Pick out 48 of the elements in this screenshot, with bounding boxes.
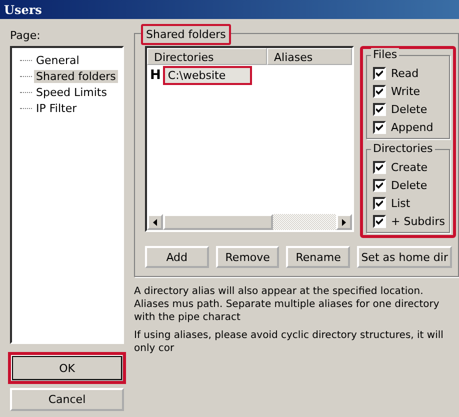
- checkbox-label: List: [391, 196, 410, 210]
- checkbox[interactable]: [373, 178, 386, 192]
- check-icon: [376, 182, 383, 188]
- info-text: A directory alias will also appear at the specified location. Aliases mus path. Separate multiple aliases for one directory with the pipe charact: [134, 285, 440, 324]
- check-icon: [376, 106, 383, 112]
- group-title: Files: [371, 48, 400, 61]
- check-icon: [376, 200, 383, 206]
- check-icon: [376, 218, 383, 224]
- action-button[interactable]: Add: [145, 246, 209, 268]
- check-icon: [376, 164, 383, 170]
- directory-cell[interactable]: C:\website: [162, 66, 252, 84]
- ok-button[interactable]: OK: [10, 354, 124, 382]
- column-header[interactable]: Aliases: [267, 48, 352, 65]
- group-title: Directories: [371, 142, 435, 155]
- checkbox-label: Create: [391, 160, 428, 174]
- info-text: If using aliases, please avoid cyclic directory structures, it will only cor: [134, 329, 444, 355]
- check-icon: [376, 124, 383, 130]
- right-arrow-icon: [342, 218, 346, 226]
- horizontal-scrollbar[interactable]: [147, 214, 352, 230]
- column-header[interactable]: Directories: [147, 48, 267, 65]
- checkbox-label: Append: [391, 120, 434, 134]
- check-icon: [376, 70, 383, 76]
- checkbox-label: Write: [391, 84, 420, 98]
- home-marker: H: [150, 68, 161, 82]
- checkbox[interactable]: [373, 102, 386, 116]
- check-icon: [376, 88, 383, 94]
- checkbox[interactable]: [373, 160, 386, 174]
- tree-item[interactable]: IP Filter: [34, 102, 79, 114]
- left-arrow-icon: [153, 218, 157, 226]
- action-button[interactable]: Rename: [286, 246, 350, 268]
- checkbox[interactable]: [373, 84, 386, 98]
- checkbox[interactable]: [373, 196, 386, 210]
- page-label: Page:: [10, 29, 42, 42]
- action-button[interactable]: Remove: [216, 246, 280, 268]
- group-title: Shared folders: [141, 24, 231, 45]
- checkbox[interactable]: [373, 120, 386, 134]
- tree-item[interactable]: Speed Limits: [34, 86, 109, 98]
- checkbox-label: + Subdirs: [391, 214, 445, 228]
- checkbox[interactable]: [373, 214, 386, 228]
- checkbox[interactable]: [373, 66, 386, 80]
- checkbox-label: Read: [391, 66, 419, 80]
- tree-item[interactable]: Shared folders: [34, 70, 118, 82]
- cancel-button[interactable]: Cancel: [10, 388, 124, 411]
- window-title: Users: [0, 0, 459, 19]
- checkbox-label: Delete: [391, 102, 428, 116]
- tree-item[interactable]: General: [34, 54, 82, 66]
- action-button[interactable]: Set as home dir: [357, 246, 452, 268]
- checkbox-label: Delete: [391, 178, 428, 192]
